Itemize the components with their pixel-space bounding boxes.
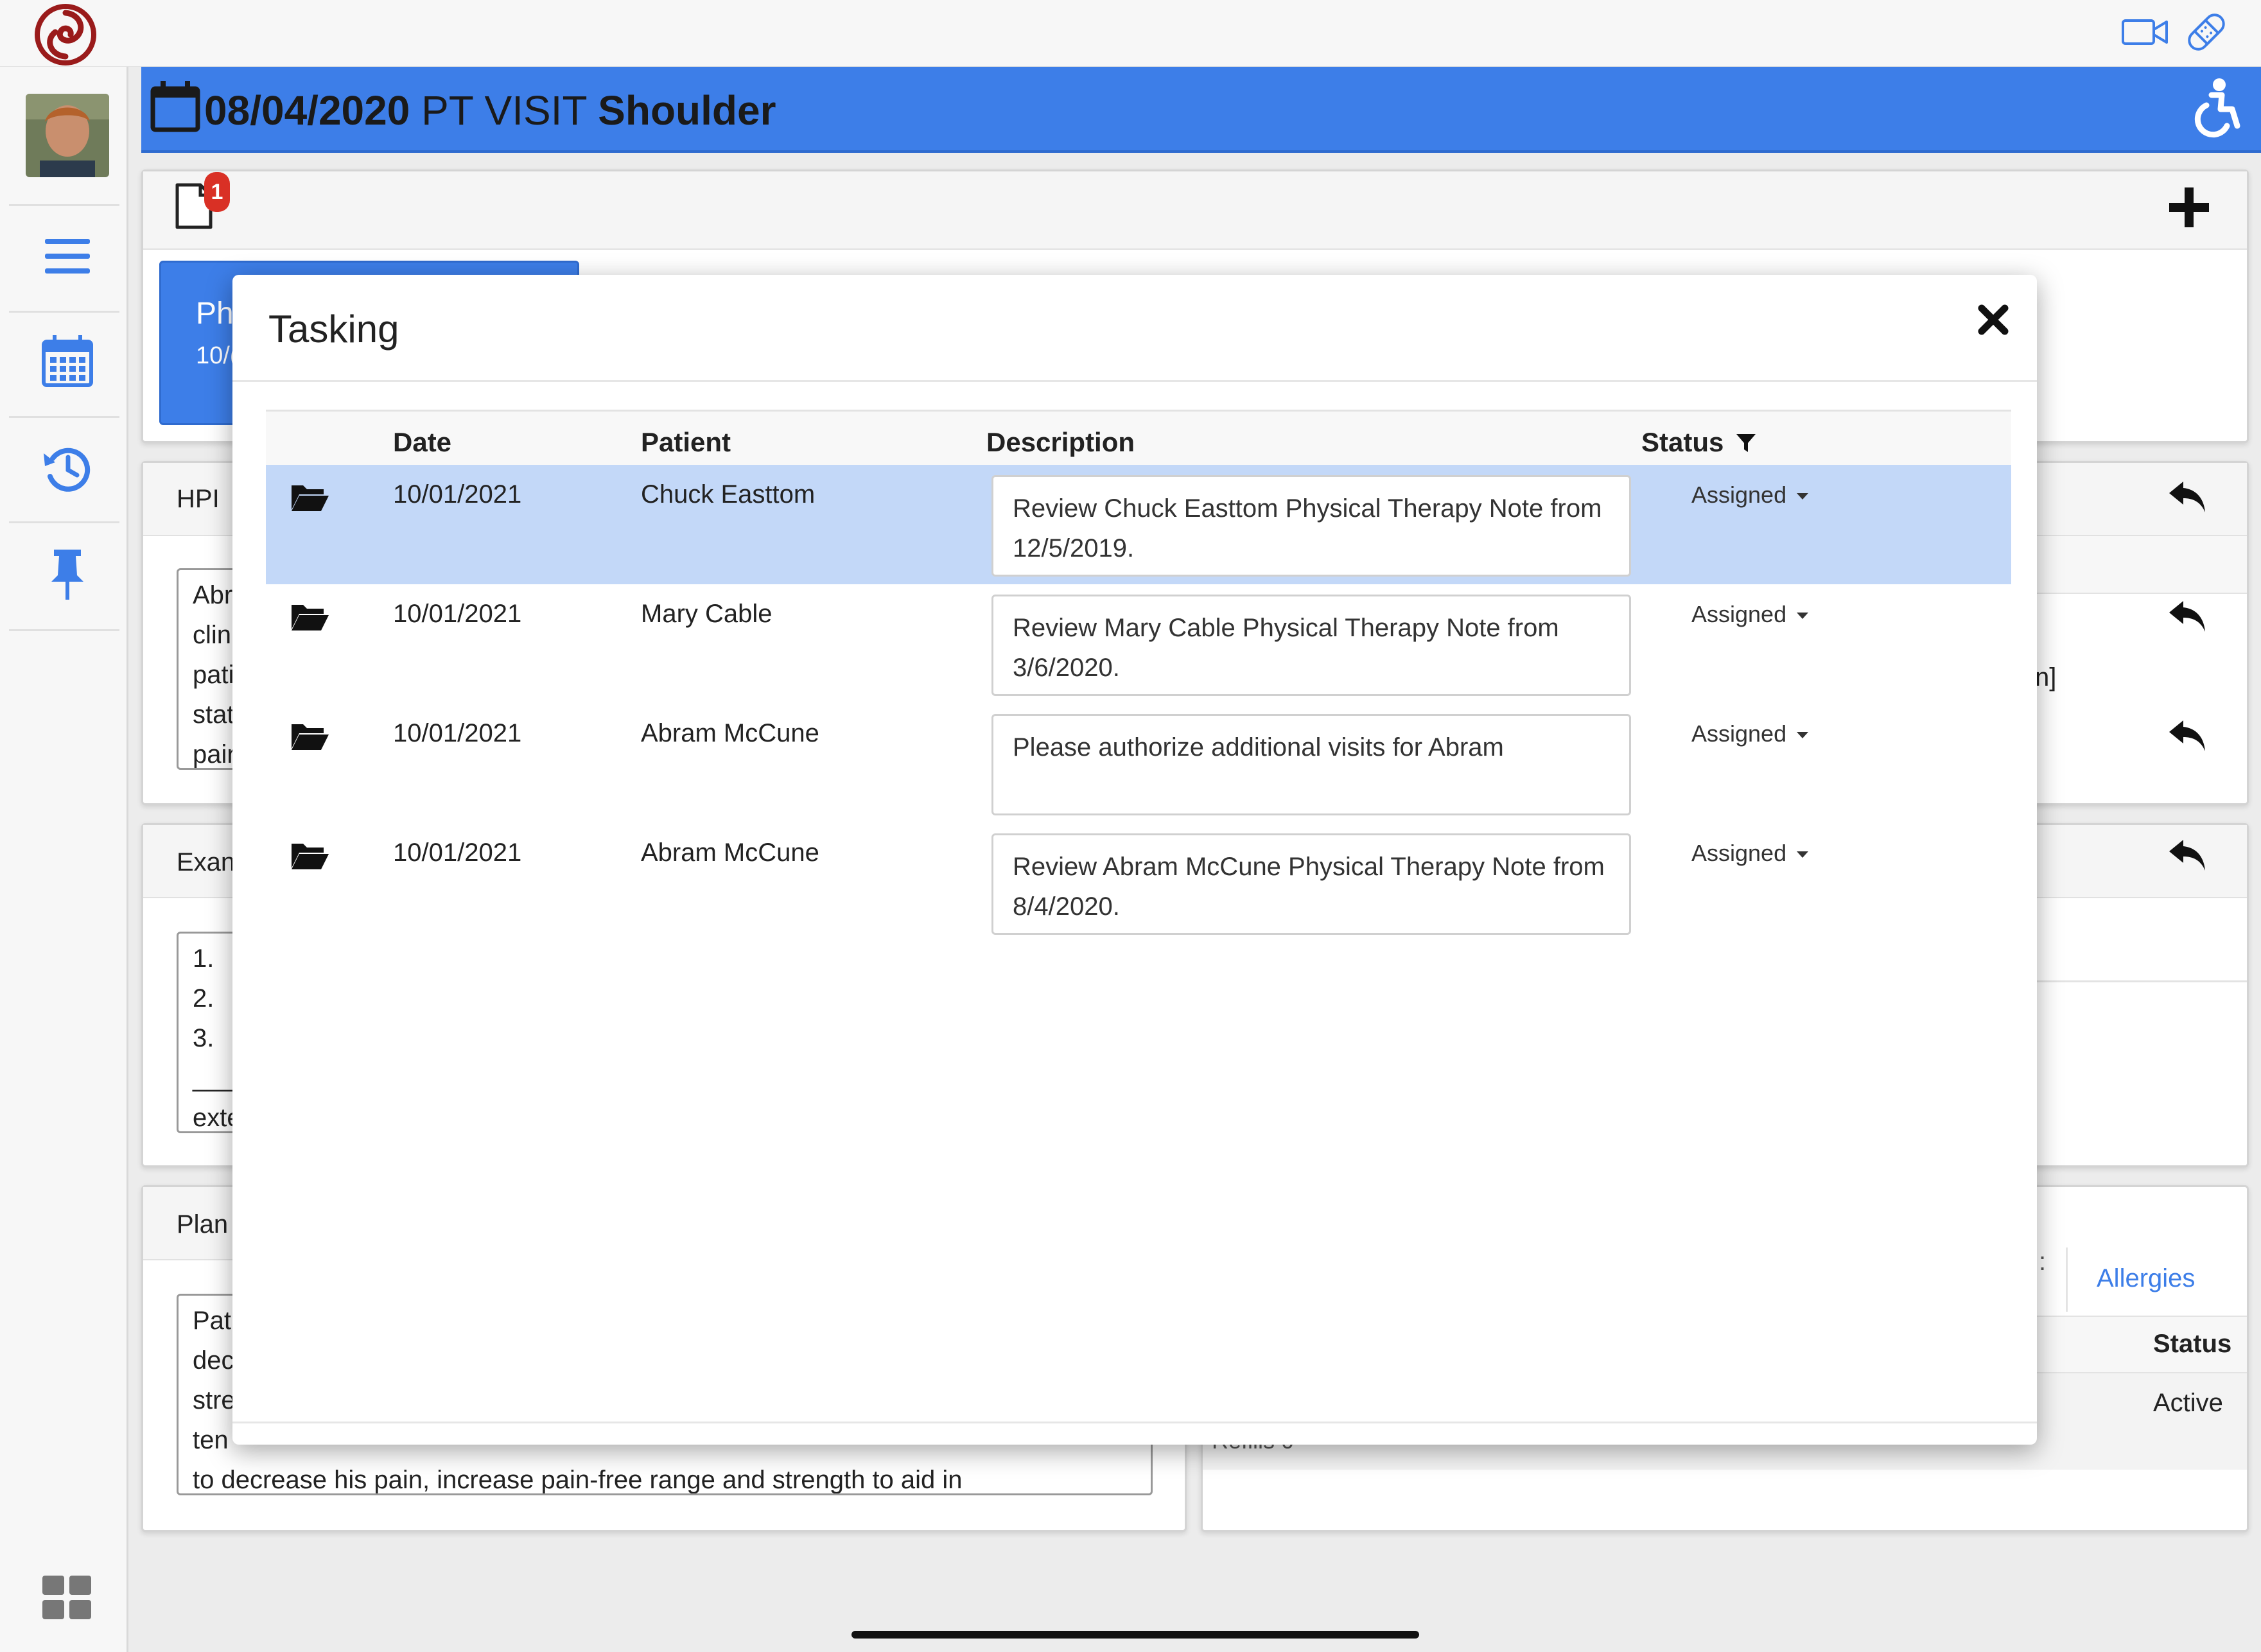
task-description[interactable]: Review Mary Cable Physical Therapy Note …	[991, 595, 1631, 696]
sidebar-divider	[9, 311, 119, 313]
modal-divider	[232, 380, 2037, 382]
close-icon[interactable]	[1974, 300, 2012, 339]
left-sidebar	[0, 67, 128, 1652]
task-row[interactable]: 10/01/2021 Abram McCune Please authorize…	[266, 704, 2205, 823]
folder-open-icon[interactable]	[290, 601, 330, 632]
tasking-modal: Tasking Date Patient Description Status …	[232, 275, 2205, 1445]
task-status-dropdown[interactable]: Assigned	[1691, 840, 1809, 867]
filter-icon[interactable]	[1735, 432, 1757, 454]
avatar-photo-icon	[26, 94, 109, 177]
visit-type: PT VISIT	[421, 87, 587, 134]
swirl-logo-icon[interactable]	[33, 3, 98, 67]
task-description[interactable]: Review Chuck Easttom Physical Therapy No…	[991, 475, 1631, 577]
column-status[interactable]: Status	[1641, 412, 1757, 473]
task-status-value: Assigned	[1691, 720, 1787, 747]
caret-down-icon	[1797, 732, 1809, 739]
task-patient: Mary Cable	[641, 600, 773, 628]
sidebar-divider	[9, 629, 119, 631]
task-table-header: Date Patient Description Status	[266, 410, 2011, 471]
task-status-value: Assigned	[1691, 601, 1787, 627]
home-indicator[interactable]	[851, 1631, 1419, 1639]
caret-down-icon	[1797, 851, 1809, 858]
visit-date: 08/04/2020	[204, 87, 410, 134]
task-row[interactable]: 10/01/2021 Abram McCune Review Abram McC…	[266, 823, 2205, 943]
calendar-icon	[150, 81, 200, 132]
right-panel-fragment: n]	[2035, 663, 2057, 691]
task-status-dropdown[interactable]: Assigned	[1691, 482, 1809, 509]
folder-open-icon[interactable]	[290, 482, 330, 512]
task-row[interactable]: 10/01/2021 Mary Cable Review Mary Cable …	[266, 584, 2205, 704]
pin-icon[interactable]	[40, 547, 95, 602]
sidebar-divider	[9, 416, 119, 418]
task-status-value: Assigned	[1691, 840, 1787, 866]
task-date: 10/01/2021	[393, 600, 522, 628]
column-description[interactable]: Description	[986, 412, 1135, 473]
folder-open-icon[interactable]	[290, 720, 330, 751]
tab-allergies[interactable]: Allergies	[2097, 1264, 2195, 1293]
task-date: 10/01/2021	[393, 719, 522, 747]
top-bar	[0, 0, 2261, 67]
hpi-label: HPI	[177, 485, 220, 513]
modal-footer-divider	[232, 1422, 2037, 1423]
card-title: Ph	[196, 297, 234, 331]
calendar-icon[interactable]	[40, 334, 95, 389]
reply-icon[interactable]	[2167, 479, 2208, 515]
reply-icon[interactable]	[2167, 598, 2208, 634]
task-date: 10/01/2021	[393, 480, 522, 509]
task-description[interactable]: Please authorize additional visits for A…	[991, 714, 1631, 815]
column-patient[interactable]: Patient	[641, 412, 731, 473]
status-value: Active	[2153, 1389, 2223, 1417]
hamburger-menu-icon[interactable]	[40, 229, 95, 284]
sidebar-divider	[9, 204, 119, 206]
tab-previous[interactable]: :	[2039, 1248, 2046, 1276]
task-status-dropdown[interactable]: Assigned	[1691, 601, 1809, 628]
plan-line: to decrease his pain, increase pain-free…	[193, 1466, 963, 1494]
plan-label: Plan	[177, 1210, 229, 1239]
exam-label: Exan	[177, 848, 236, 876]
page-title: 08/04/2020 PT VISIT Shoulder	[204, 81, 776, 140]
status-column-header: Status	[2153, 1330, 2232, 1358]
sidebar-divider	[9, 521, 119, 523]
caret-down-icon	[1797, 613, 1809, 620]
avatar[interactable]	[26, 94, 109, 177]
wheelchair-icon[interactable]	[2183, 76, 2248, 140]
task-date: 10/01/2021	[393, 839, 522, 867]
task-status-value: Assigned	[1691, 482, 1787, 508]
grid-icon[interactable]	[40, 1570, 95, 1626]
plus-icon[interactable]	[2168, 186, 2210, 229]
task-patient: Chuck Easttom	[641, 480, 816, 509]
toolbar-header	[143, 171, 2247, 250]
caret-down-icon	[1797, 493, 1809, 500]
modal-title: Tasking	[268, 308, 399, 351]
card-date: 10/(	[196, 342, 238, 369]
bandage-icon[interactable]	[2182, 12, 2231, 53]
task-row[interactable]: 10/01/2021 Chuck Easttom Review Chuck Ea…	[266, 465, 2205, 584]
column-date[interactable]: Date	[393, 412, 451, 473]
notification-badge[interactable]: 1	[204, 172, 230, 212]
task-patient: Abram McCune	[641, 839, 819, 867]
history-icon[interactable]	[40, 440, 95, 496]
task-status-dropdown[interactable]: Assigned	[1691, 720, 1809, 747]
visit-body-part: Shoulder	[598, 87, 776, 134]
reply-icon[interactable]	[2167, 837, 2208, 873]
video-camera-icon[interactable]	[2120, 12, 2169, 53]
reply-icon[interactable]	[2167, 718, 2208, 754]
task-patient: Abram McCune	[641, 719, 819, 747]
folder-open-icon[interactable]	[290, 840, 330, 871]
task-description[interactable]: Review Abram McCune Physical Therapy Not…	[991, 833, 1631, 935]
column-status-label: Status	[1641, 427, 1724, 457]
